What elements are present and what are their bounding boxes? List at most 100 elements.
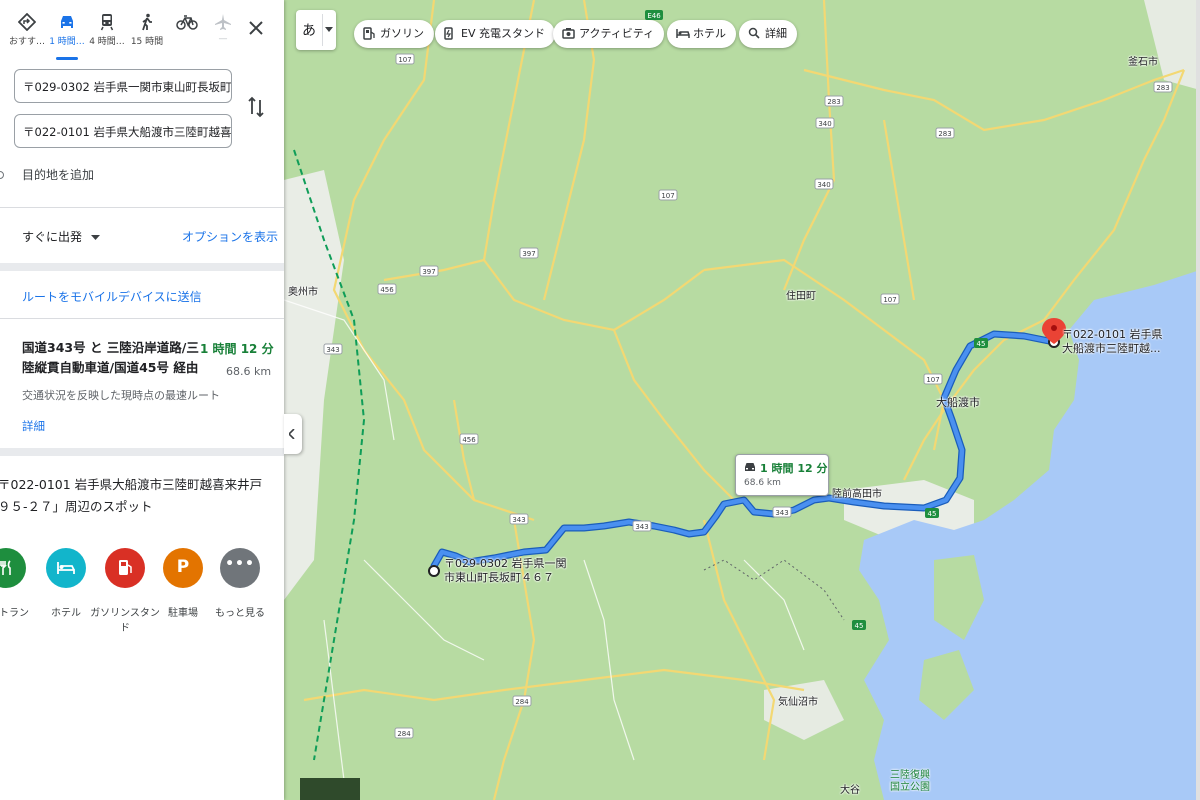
show-options-button[interactable]: オプションを表示 (182, 228, 278, 245)
add-destination-button[interactable]: 目的地を追加 (22, 166, 94, 183)
route-details-link[interactable]: 詳細 (22, 418, 45, 434)
road-shield-397: 397 (519, 247, 539, 259)
route-note: 交通状況を反映した現時点の最速ルート (22, 389, 220, 402)
start-location-label[interactable]: 〒029-0302 岩手県一関 市東山町長坂町４６７ (444, 557, 566, 585)
origin-input[interactable]: 〒029-0302 岩手県一関市東山町長坂町 4 (14, 69, 232, 103)
swap-directions-icon[interactable] (246, 96, 266, 118)
svg-text:284: 284 (515, 698, 529, 706)
map-edge (1196, 0, 1200, 800)
gas-station-category-button[interactable] (105, 548, 145, 588)
destination-input[interactable]: 〒022-0101 岩手県大船渡市三陸町越喜来 (14, 114, 232, 148)
end-location-label[interactable]: 〒022-0101 岩手県 大船渡市三陸町越... (1062, 328, 1162, 356)
place-label-oshu: 奥州市 (288, 287, 318, 298)
gas-pump-icon (363, 27, 375, 40)
svg-text:343: 343 (326, 346, 339, 354)
svg-text:45: 45 (977, 340, 986, 348)
depart-now-dropdown[interactable]: すぐに出発 (22, 228, 100, 245)
svg-text:107: 107 (398, 56, 411, 64)
svg-text:343: 343 (775, 509, 788, 517)
camera-icon (562, 28, 575, 39)
airplane-icon (215, 14, 231, 30)
chip-gas[interactable]: ガソリン (354, 20, 434, 48)
chip-more[interactable]: 詳細 (739, 20, 797, 48)
svg-text:283: 283 (938, 130, 951, 138)
place-label-kesennuma: 気仙沼市 (778, 697, 818, 708)
road-shield-107: 107 (658, 189, 678, 201)
divider (322, 14, 323, 46)
caret-down-icon (90, 234, 100, 240)
active-mode-underline (56, 57, 78, 60)
road-shield-343: 343 (509, 513, 529, 525)
map-graphics: 107 283 283 340 340 107 397 397 456 456 … (284, 0, 1200, 800)
directions-panel: おすす… 1 時間… 4 時間… 15 時間 — 〒029-0302 岩手県一関… (0, 0, 284, 800)
svg-text:107: 107 (926, 376, 939, 384)
road-shield-107: 107 (880, 293, 900, 305)
place-label-sanriku-park: 三陸復興 国立公園 (890, 770, 930, 793)
road-shield-340: 340 (815, 117, 835, 129)
ev-charger-icon (444, 27, 453, 40)
road-shield-E46: E46 (645, 10, 663, 20)
route-title[interactable]: 国道343号 と 三陸沿岸道路/三陸縦貫自動車道/国道45号 経由 (22, 338, 202, 378)
road-shield-397: 397 (419, 265, 439, 277)
svg-text:397: 397 (422, 268, 435, 276)
bicycle-icon (176, 15, 198, 30)
parking-icon: P (176, 557, 190, 577)
chip-hotels[interactable]: ホテル (667, 20, 736, 48)
more-icon: ••• (225, 556, 255, 572)
parking-category-button[interactable]: P (163, 548, 203, 588)
svg-text:284: 284 (397, 730, 411, 738)
svg-text:397: 397 (522, 250, 535, 258)
road-shield-284: 284 (512, 695, 532, 707)
svg-text:456: 456 (462, 436, 476, 444)
svg-text:283: 283 (827, 98, 840, 106)
svg-text:343: 343 (512, 516, 525, 524)
more-category-button[interactable]: ••• (220, 548, 260, 588)
road-shield-45: 45 (925, 508, 939, 518)
road-shield-45: 45 (974, 338, 988, 348)
svg-text:456: 456 (380, 286, 394, 294)
road-shield-107: 107 (395, 53, 415, 65)
chevron-left-icon (289, 429, 295, 439)
search-icon (748, 27, 760, 39)
bed-icon (676, 29, 690, 38)
add-stop-icon (0, 171, 4, 179)
car-icon (745, 463, 755, 471)
hotel-category-button[interactable] (46, 548, 86, 588)
train-icon (100, 14, 114, 31)
more-category-label: もっと見る (215, 608, 265, 619)
road-shield-284: 284 (394, 727, 414, 739)
divider (0, 318, 284, 319)
close-icon[interactable] (246, 18, 266, 38)
place-label-kamaishi: 釜石市 (1128, 57, 1158, 68)
svg-text:283: 283 (1156, 84, 1169, 92)
send-to-mobile-link[interactable]: ルートをモバイルデバイスに送信 (22, 288, 202, 305)
chip-ev-charging[interactable]: EV 充電スタンド (435, 20, 555, 48)
collapse-panel-button[interactable] (284, 414, 302, 454)
car-icon (61, 16, 73, 28)
svg-text:E46: E46 (647, 12, 661, 20)
road-shield-456: 456 (377, 283, 397, 295)
best-route-icon (18, 13, 36, 31)
road-shield-283: 283 (1153, 81, 1173, 93)
restaurant-category-button[interactable] (0, 548, 26, 588)
place-label-sumita: 住田町 (786, 291, 816, 302)
nearby-spots-title: 〒022-0101 岩手県大船渡市三陸町越喜来井戸 ９５-２７」周辺のスポット (0, 477, 263, 514)
road-shield-107: 107 (923, 373, 943, 385)
place-label-rikuzentakata: 陸前高田市 (832, 489, 882, 500)
mode-flight[interactable]: — (200, 8, 246, 56)
chip-activities[interactable]: アクティビティ (553, 20, 665, 48)
layers-thumbnail[interactable] (300, 778, 360, 800)
route-distance: 68.6 km (226, 365, 272, 378)
place-label-ofunato: 大船渡市 (936, 396, 980, 409)
svg-text:45: 45 (928, 510, 937, 518)
svg-text:340: 340 (818, 120, 831, 128)
svg-text:340: 340 (817, 181, 830, 189)
road-shield-340: 340 (814, 178, 834, 190)
language-toggle-button[interactable]: あ (296, 10, 336, 50)
road-shield-343: 343 (632, 520, 652, 532)
svg-text:107: 107 (661, 192, 674, 200)
map-canvas[interactable]: 107 283 283 340 340 107 397 397 456 456 … (284, 0, 1200, 800)
road-shield-45: 45 (852, 620, 866, 630)
start-marker[interactable] (428, 565, 440, 577)
route-info-callout[interactable]: 1 時間 12 分 68.6 km (735, 454, 829, 496)
